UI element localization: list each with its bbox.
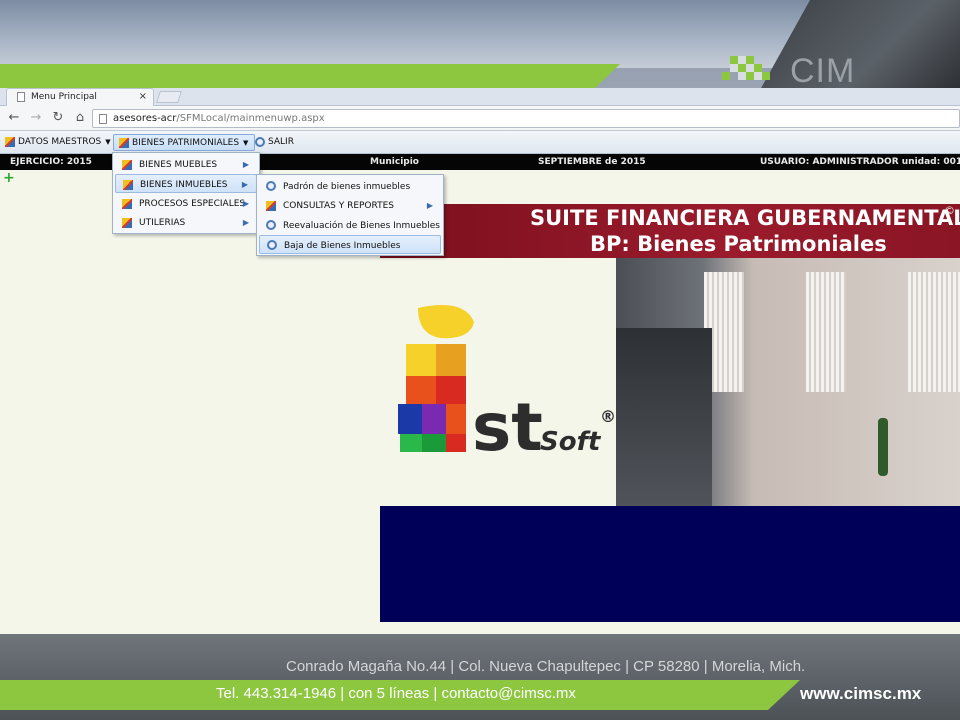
arrow-right-icon: ▶ <box>242 199 249 208</box>
arrow-right-icon: ▶ <box>241 180 248 189</box>
address-bar[interactable]: asesores-acr/SFMLocal/mainmenuwp.aspx <box>92 109 960 128</box>
submenu-label: Baja de Bienes Inmuebles <box>284 241 401 251</box>
new-tab-button[interactable] <box>156 91 182 103</box>
close-tab-icon[interactable]: × <box>139 91 147 102</box>
usuario-label: USUARIO: ADMINISTRADOR unidad: 0010 - A <box>760 157 960 167</box>
bienes-patrimoniales-dropdown: BIENES MUEBLES ▶ BIENES INMUEBLES ▶ PROC… <box>112 152 260 234</box>
logo-st: st <box>472 389 543 466</box>
tab-title: Menu Principal <box>31 92 97 102</box>
browser-window: Menu Principal × ← → ↻ ⌂ asesores-acr/SF… <box>0 88 960 634</box>
banner-title: SUITE FINANCIERA GUBERNAMENTAL <box>530 206 960 230</box>
submenu-utilerias[interactable]: UTILERIAS ▶ <box>115 213 257 232</box>
menu-label: DATOS MAESTROS <box>18 137 102 147</box>
menu-label: BIENES PATRIMONIALES <box>132 138 240 148</box>
menu-bienes-patrimoniales[interactable]: BIENES PATRIMONIALES ▼ <box>113 134 256 151</box>
menu-label: SALIR <box>268 137 294 147</box>
page-icon <box>99 114 107 124</box>
photo-window <box>908 272 960 392</box>
photo-computer <box>616 328 712 506</box>
logo-registered: ® <box>600 407 616 426</box>
search-icon <box>266 181 276 191</box>
copyright-mark: © <box>944 204 955 217</box>
istsoft-logo: st Soft ® <box>398 305 616 466</box>
search-icon <box>255 137 265 147</box>
submenu-label: Reevaluación de Bienes Inmuebles <box>283 221 440 231</box>
submenu-procesos-especiales[interactable]: PROCESOS ESPECIALES ▶ <box>115 194 257 213</box>
submenu-label: BIENES INMUEBLES <box>140 180 228 190</box>
search-icon <box>267 240 277 250</box>
menu-datos-maestros[interactable]: DATOS MAESTROS ▼ <box>0 134 117 151</box>
submenu-label: UTILERIAS <box>139 218 186 228</box>
submenu-consultas-reportes[interactable]: CONSULTAS Y REPORTES ▶ <box>259 196 441 215</box>
page-icon <box>17 92 25 102</box>
browser-tab[interactable]: Menu Principal × <box>6 88 154 106</box>
pencil-icon <box>123 180 133 190</box>
submenu-bienes-muebles[interactable]: BIENES MUEBLES ▶ <box>115 155 257 174</box>
submenu-padron-bienes-inmuebles[interactable]: Padrón de bienes inmuebles <box>259 177 441 196</box>
pencil-icon <box>119 138 129 148</box>
caret-down-icon: ▼ <box>243 139 249 147</box>
submenu-label: CONSULTAS Y REPORTES <box>283 201 395 211</box>
footer-address: Conrado Magaña No.44 | Col. Nueva Chapul… <box>286 658 806 675</box>
submenu-label: BIENES MUEBLES <box>139 160 218 170</box>
back-icon[interactable]: ← <box>6 110 22 126</box>
forward-icon[interactable]: → <box>28 110 44 126</box>
lime-stripe-top <box>0 64 620 88</box>
submenu-reevaluacion-bienes-inmuebles[interactable]: Reevaluación de Bienes Inmuebles <box>259 216 441 235</box>
bienes-inmuebles-dropdown: Padrón de bienes inmuebles CONSULTAS Y R… <box>256 174 444 256</box>
submenu-baja-bienes-inmuebles[interactable]: Baja de Bienes Inmuebles <box>259 235 441 254</box>
cim-brand-text: CIM <box>790 52 856 90</box>
presentation-slide: CIM Menu Principal × ← → ↻ ⌂ asesores-ac… <box>0 0 960 720</box>
add-icon[interactable]: + <box>3 170 15 186</box>
caret-down-icon: ▼ <box>105 138 111 146</box>
tab-strip: Menu Principal × <box>0 88 960 106</box>
submenu-label: Padrón de bienes inmuebles <box>283 182 411 192</box>
pencil-icon <box>122 160 132 170</box>
reload-icon[interactable]: ↻ <box>50 110 66 126</box>
menu-salir[interactable]: SALIR <box>250 134 300 151</box>
search-icon <box>266 220 276 230</box>
arrow-right-icon: ▶ <box>242 218 249 227</box>
photo-window <box>806 272 846 392</box>
banner-subtitle: BP: Bienes Patrimoniales <box>590 232 887 256</box>
pencil-icon <box>266 201 276 211</box>
main-menu-bar: DATOS MAESTROS ▼ BIENES PATRIMONIALES ▼ SA… <box>0 131 960 154</box>
pencil-icon <box>122 218 132 228</box>
arrow-right-icon: ▶ <box>242 160 249 169</box>
office-photo <box>616 258 960 620</box>
navy-panel <box>380 506 960 622</box>
pencil-icon <box>122 199 132 209</box>
footer-website[interactable]: www.cimsc.mx <box>800 684 921 704</box>
logo-soft: Soft <box>540 427 602 457</box>
navigation-bar: ← → ↻ ⌂ asesores-acr/SFMLocal/mainmenuwp… <box>0 106 960 131</box>
ejercicio-label: EJERCICIO: 2015 <box>10 157 92 167</box>
home-icon[interactable]: ⌂ <box>72 110 88 126</box>
url-host: asesores-acr <box>113 113 177 124</box>
photo-plant <box>878 418 888 476</box>
periodo-label: SEPTIEMBRE de 2015 <box>538 157 646 167</box>
arrow-right-icon: ▶ <box>426 201 433 210</box>
submenu-label: PROCESOS ESPECIALES <box>139 199 246 209</box>
pencil-icon <box>5 137 15 147</box>
footer-phone: Tel. 443.314-1946 | con 5 líneas | conta… <box>216 685 576 702</box>
url-path: /SFMLocal/mainmenuwp.aspx <box>176 113 325 124</box>
submenu-bienes-inmuebles[interactable]: BIENES INMUEBLES ▶ <box>115 174 257 193</box>
cim-logo-icon <box>722 56 770 80</box>
municipio-label: Municipio <box>370 157 419 167</box>
